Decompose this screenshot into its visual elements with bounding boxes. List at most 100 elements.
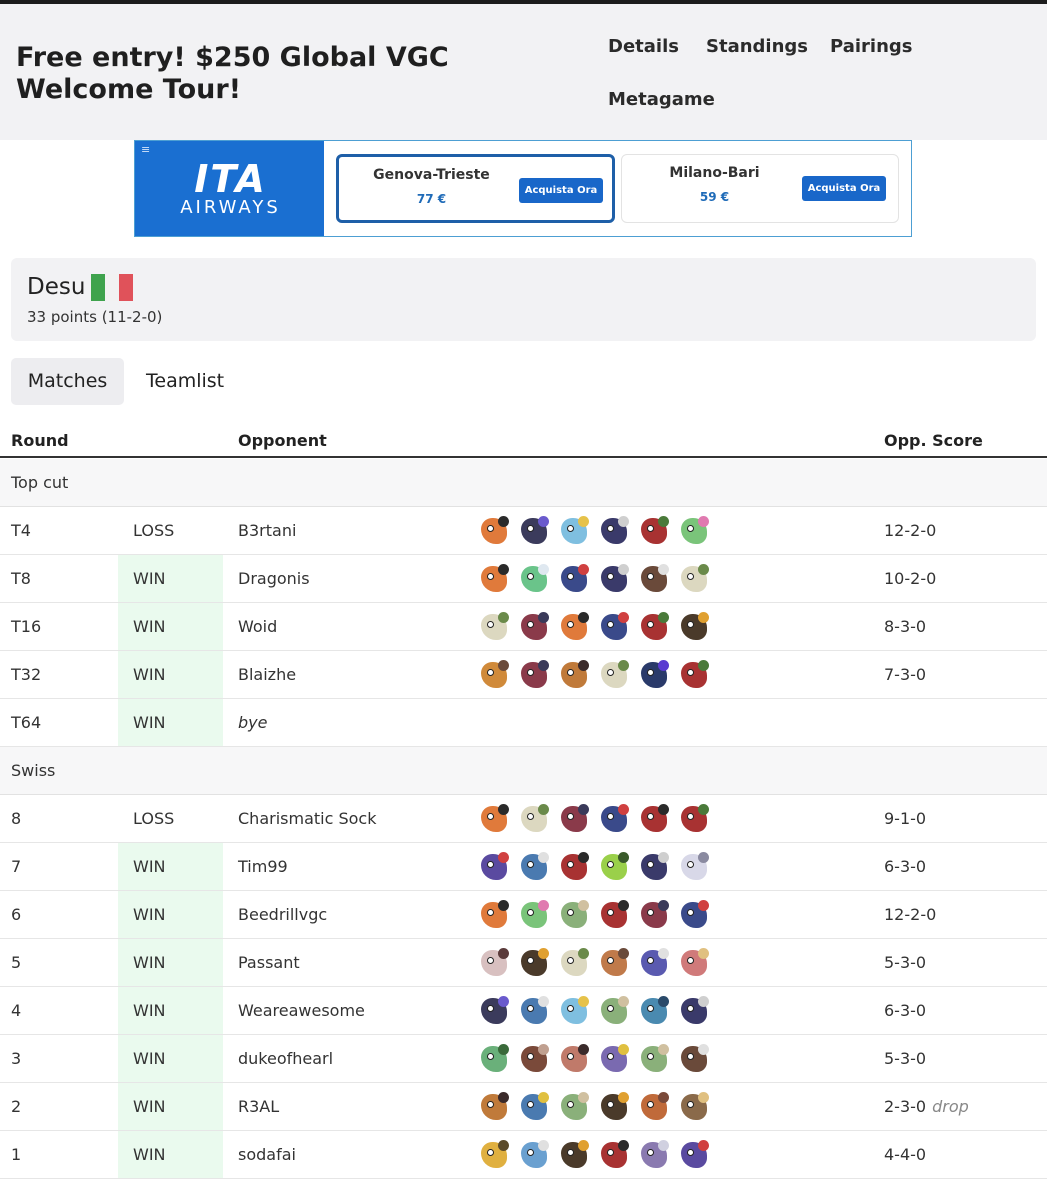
pokemon-sprite-icon <box>478 515 510 547</box>
opponent-name[interactable]: Blaizhe <box>238 665 296 684</box>
pokemon-sprite-icon <box>638 611 670 643</box>
opp-score: 12-2-0 <box>884 521 937 540</box>
opponent-name[interactable]: Tim99 <box>238 857 288 876</box>
match-row[interactable]: 5 WIN Passant 5-3-0 <box>0 939 1047 987</box>
pokemon-sprite-icon <box>678 1139 710 1171</box>
pokemon-sprite-icon <box>638 947 670 979</box>
opponent-name[interactable]: dukeofhearl <box>238 1049 333 1068</box>
match-row[interactable]: 8 LOSS Charismatic Sock 9-1-0 <box>0 795 1047 843</box>
opponent-name[interactable]: Passant <box>238 953 300 972</box>
opponent-name[interactable]: bye <box>238 713 267 732</box>
match-row[interactable]: 2 WIN R3AL 2-3-0 drop <box>0 1083 1047 1131</box>
pokemon-sprite-icon <box>478 1139 510 1171</box>
pokemon-sprite-icon <box>478 611 510 643</box>
opponent-team <box>478 1091 710 1123</box>
ad-logo-sub: AIRWAYS <box>180 197 281 218</box>
opponent-team <box>478 563 710 595</box>
round-label: 1 <box>11 1145 22 1164</box>
pokemon-sprite-icon <box>478 1043 510 1075</box>
match-row[interactable]: 6 WIN Beedrillvgc 12-2-0 <box>0 891 1047 939</box>
tournament-title: Free entry! $250 Global VGC Welcome Tour… <box>16 42 449 105</box>
pokemon-sprite-icon <box>678 563 710 595</box>
pokemon-sprite-icon <box>558 659 590 691</box>
ad-offer-1[interactable]: Genova-Trieste 77 € Acquista Ora <box>336 154 615 223</box>
result-label: WIN <box>133 953 166 972</box>
column-header-opp-score: Opp. Score <box>884 431 983 450</box>
opponent-team <box>478 851 710 883</box>
match-row[interactable]: T64 WIN bye <box>0 699 1047 747</box>
pokemon-sprite-icon <box>598 947 630 979</box>
opponent-name[interactable]: sodafai <box>238 1145 296 1164</box>
match-row[interactable]: 7 WIN Tim99 6-3-0 <box>0 843 1047 891</box>
pokemon-sprite-icon <box>638 851 670 883</box>
drop-label: drop <box>932 1097 969 1116</box>
pokemon-sprite-icon <box>638 1139 670 1171</box>
pokemon-sprite-icon <box>518 563 550 595</box>
pokemon-sprite-icon <box>558 899 590 931</box>
pokemon-sprite-icon <box>518 851 550 883</box>
section-label: Top cut <box>11 473 69 492</box>
opponent-name[interactable]: Dragonis <box>238 569 310 588</box>
round-label: T64 <box>11 713 42 732</box>
pokemon-sprite-icon <box>598 1043 630 1075</box>
nav-standings[interactable]: Standings <box>706 36 808 57</box>
tab-matches[interactable]: Matches <box>11 358 124 405</box>
pokemon-sprite-icon <box>678 995 710 1027</box>
round-label: 4 <box>11 1001 22 1020</box>
player-card: Desu 33 points (11-2-0) <box>11 258 1036 341</box>
ad-buy-button[interactable]: Acquista Ora <box>519 178 603 203</box>
ad-logo: ≡ ITA AIRWAYS <box>135 141 324 236</box>
pokemon-sprite-icon <box>678 947 710 979</box>
opp-score: 8-3-0 <box>884 617 927 636</box>
pokemon-sprite-icon <box>638 1043 670 1075</box>
match-row[interactable]: 3 WIN dukeofhearl 5-3-0 <box>0 1035 1047 1083</box>
pokemon-sprite-icon <box>598 1139 630 1171</box>
ad-logo-main: ITA <box>194 157 267 201</box>
ad-menu-icon: ≡ <box>141 143 151 156</box>
pokemon-sprite-icon <box>638 563 670 595</box>
match-row[interactable]: 1 WIN sodafai 4-4-0 <box>0 1131 1047 1179</box>
pokemon-sprite-icon <box>518 1139 550 1171</box>
pokemon-sprite-icon <box>518 947 550 979</box>
nav-details[interactable]: Details <box>608 36 679 57</box>
pokemon-sprite-icon <box>518 659 550 691</box>
pokemon-sprite-icon <box>478 899 510 931</box>
tab-teamlist[interactable]: Teamlist <box>146 358 224 405</box>
page-header: Free entry! $250 Global VGC Welcome Tour… <box>0 4 1047 140</box>
pokemon-sprite-icon <box>518 1043 550 1075</box>
pokemon-sprite-icon <box>518 803 550 835</box>
opp-score: 7-3-0 <box>884 665 927 684</box>
pokemon-sprite-icon <box>638 659 670 691</box>
pokemon-sprite-icon <box>558 611 590 643</box>
result-label: LOSS <box>133 809 175 828</box>
ad-offer-2[interactable]: Milano-Bari 59 € Acquista Ora <box>621 154 899 223</box>
match-row[interactable]: T8 WIN Dragonis 10-2-0 <box>0 555 1047 603</box>
opponent-team <box>478 515 710 547</box>
pokemon-sprite-icon <box>558 851 590 883</box>
opponent-name[interactable]: Woid <box>238 617 277 636</box>
match-row[interactable]: T4 LOSS B3rtani 12-2-0 <box>0 507 1047 555</box>
nav-metagame[interactable]: Metagame <box>608 89 715 110</box>
pokemon-sprite-icon <box>598 995 630 1027</box>
pokemon-sprite-icon <box>638 515 670 547</box>
pokemon-sprite-icon <box>638 899 670 931</box>
advertisement-banner[interactable]: ≡ ITA AIRWAYS Genova-Trieste 77 € Acquis… <box>134 140 912 237</box>
nav-pairings[interactable]: Pairings <box>830 36 913 57</box>
pokemon-sprite-icon <box>558 1139 590 1171</box>
pokemon-sprite-icon <box>558 1091 590 1123</box>
opponent-name[interactable]: R3AL <box>238 1097 279 1116</box>
opponent-team <box>478 803 710 835</box>
pokemon-sprite-icon <box>678 1091 710 1123</box>
match-row[interactable]: 4 WIN Weareawesome 6-3-0 <box>0 987 1047 1035</box>
opponent-name[interactable]: Charismatic Sock <box>238 809 376 828</box>
ad-offer-price: 59 € <box>699 190 730 204</box>
section-label: Swiss <box>11 761 56 780</box>
match-row[interactable]: T32 WIN Blaizhe 7-3-0 <box>0 651 1047 699</box>
ad-buy-button[interactable]: Acquista Ora <box>802 176 886 201</box>
opponent-name[interactable]: Weareawesome <box>238 1001 365 1020</box>
match-row[interactable]: T16 WIN Woid 8-3-0 <box>0 603 1047 651</box>
pokemon-sprite-icon <box>518 611 550 643</box>
opp-score: 9-1-0 <box>884 809 927 828</box>
opponent-name[interactable]: B3rtani <box>238 521 296 540</box>
opponent-name[interactable]: Beedrillvgc <box>238 905 327 924</box>
